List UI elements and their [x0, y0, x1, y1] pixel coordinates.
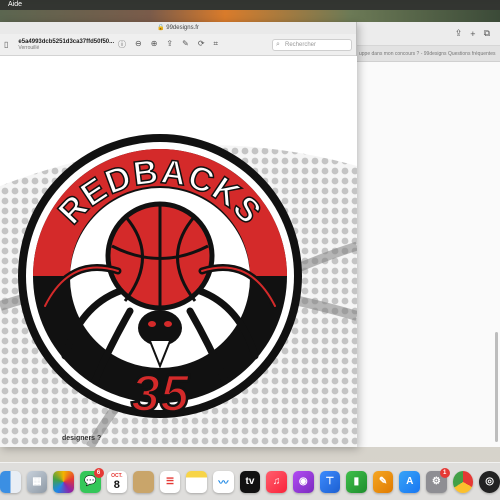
photos-icon[interactable]	[53, 470, 74, 493]
background-toolbar: ⇪ + ⧉	[357, 22, 500, 46]
page-footer-text: designers ?	[62, 435, 102, 442]
team-number: 35	[131, 365, 190, 423]
menu-bar: Aide	[0, 0, 500, 10]
dock: ▦ 💬 6 OCT. 8 ☰ 〰 tv ♫ ◉ ⊤ ▮ ✎ A ⚙ 1 ◎	[0, 462, 500, 500]
menu-item-help[interactable]: Aide	[8, 1, 22, 8]
logo-image: REDBACKS 35	[0, 134, 357, 447]
background-content	[357, 62, 500, 447]
image-canvas: REDBACKS 35	[0, 56, 357, 447]
calendar-icon[interactable]: OCT. 8	[106, 470, 128, 493]
appstore-icon[interactable]: A	[399, 470, 420, 493]
info-icon[interactable]: ⓘ	[118, 39, 126, 50]
lock-icon: 🔒	[157, 25, 165, 31]
search-placeholder: Rechercher	[285, 42, 317, 48]
music-icon[interactable]: ♫	[266, 470, 287, 493]
launchpad-icon[interactable]: ▦	[26, 470, 48, 493]
preview-toolbar: ▯ e5a4993dcb5251d3ca37ffd50f50... Verrou…	[0, 34, 356, 56]
sidebar-toggle-icon[interactable]: ▯	[4, 40, 8, 49]
scrollbar[interactable]	[495, 332, 498, 442]
share-icon[interactable]: ⇪	[455, 28, 463, 39]
system-settings-icon[interactable]: ⚙ 1	[426, 467, 450, 493]
document-info: e5a4993dcb5251d3ca37ffd50f50... Verrouil…	[18, 39, 114, 51]
finder-folder-icon[interactable]	[133, 470, 154, 493]
tool-icons: ⓘ ⊖ ⊕ ⇪ ✎ ⟳ ⌗	[118, 39, 218, 50]
zoom-in-icon[interactable]: ⊕	[151, 39, 158, 50]
podcasts-icon[interactable]: ◉	[292, 470, 314, 493]
calendar-day: 8	[113, 478, 120, 491]
new-tab-icon[interactable]: +	[470, 29, 475, 39]
crop-icon[interactable]: ⌗	[214, 39, 219, 50]
markup-icon[interactable]: ✎	[182, 39, 189, 50]
settings-badge: 1	[439, 467, 450, 478]
spider-head	[138, 310, 182, 346]
messages-badge: 6	[93, 467, 104, 478]
tab-overview-icon[interactable]: ⧉	[484, 28, 490, 39]
numbers-icon[interactable]: ▮	[346, 470, 367, 493]
document-status: Verrouillé	[18, 44, 40, 51]
keynote-icon[interactable]: ⊤	[319, 470, 341, 493]
preview-window: 🔒 99designs.fr ▯ e5a4993dcb5251d3ca37ffd…	[0, 22, 357, 447]
finder-icon[interactable]	[0, 470, 21, 493]
pages-icon[interactable]: ✎	[372, 470, 394, 493]
window-title-text: 99designs.fr	[166, 25, 199, 31]
search-icon: ⌕	[276, 41, 280, 48]
messages-icon[interactable]: 💬 6	[79, 467, 104, 493]
background-tab[interactable]: uppe dans mon concours ? - 99designs Que…	[357, 46, 500, 62]
obs-icon[interactable]: ◎	[479, 470, 500, 493]
window-title: 🔒 99designs.fr	[0, 22, 356, 34]
rotate-icon[interactable]: ⟳	[198, 39, 205, 50]
search-input[interactable]: ⌕ Rechercher	[272, 39, 352, 51]
appletv-icon[interactable]: tv	[239, 470, 261, 493]
chrome-icon[interactable]	[452, 470, 474, 493]
zoom-out-icon[interactable]: ⊖	[135, 39, 142, 50]
reminders-icon[interactable]: ☰	[159, 470, 181, 493]
background-browser-window[interactable]: ⇪ + ⧉ uppe dans mon concours ? - 99desig…	[356, 22, 500, 447]
freeform-icon[interactable]: 〰	[213, 470, 234, 493]
share-icon[interactable]: ⇪	[166, 39, 173, 50]
notes-icon[interactable]	[186, 470, 207, 493]
